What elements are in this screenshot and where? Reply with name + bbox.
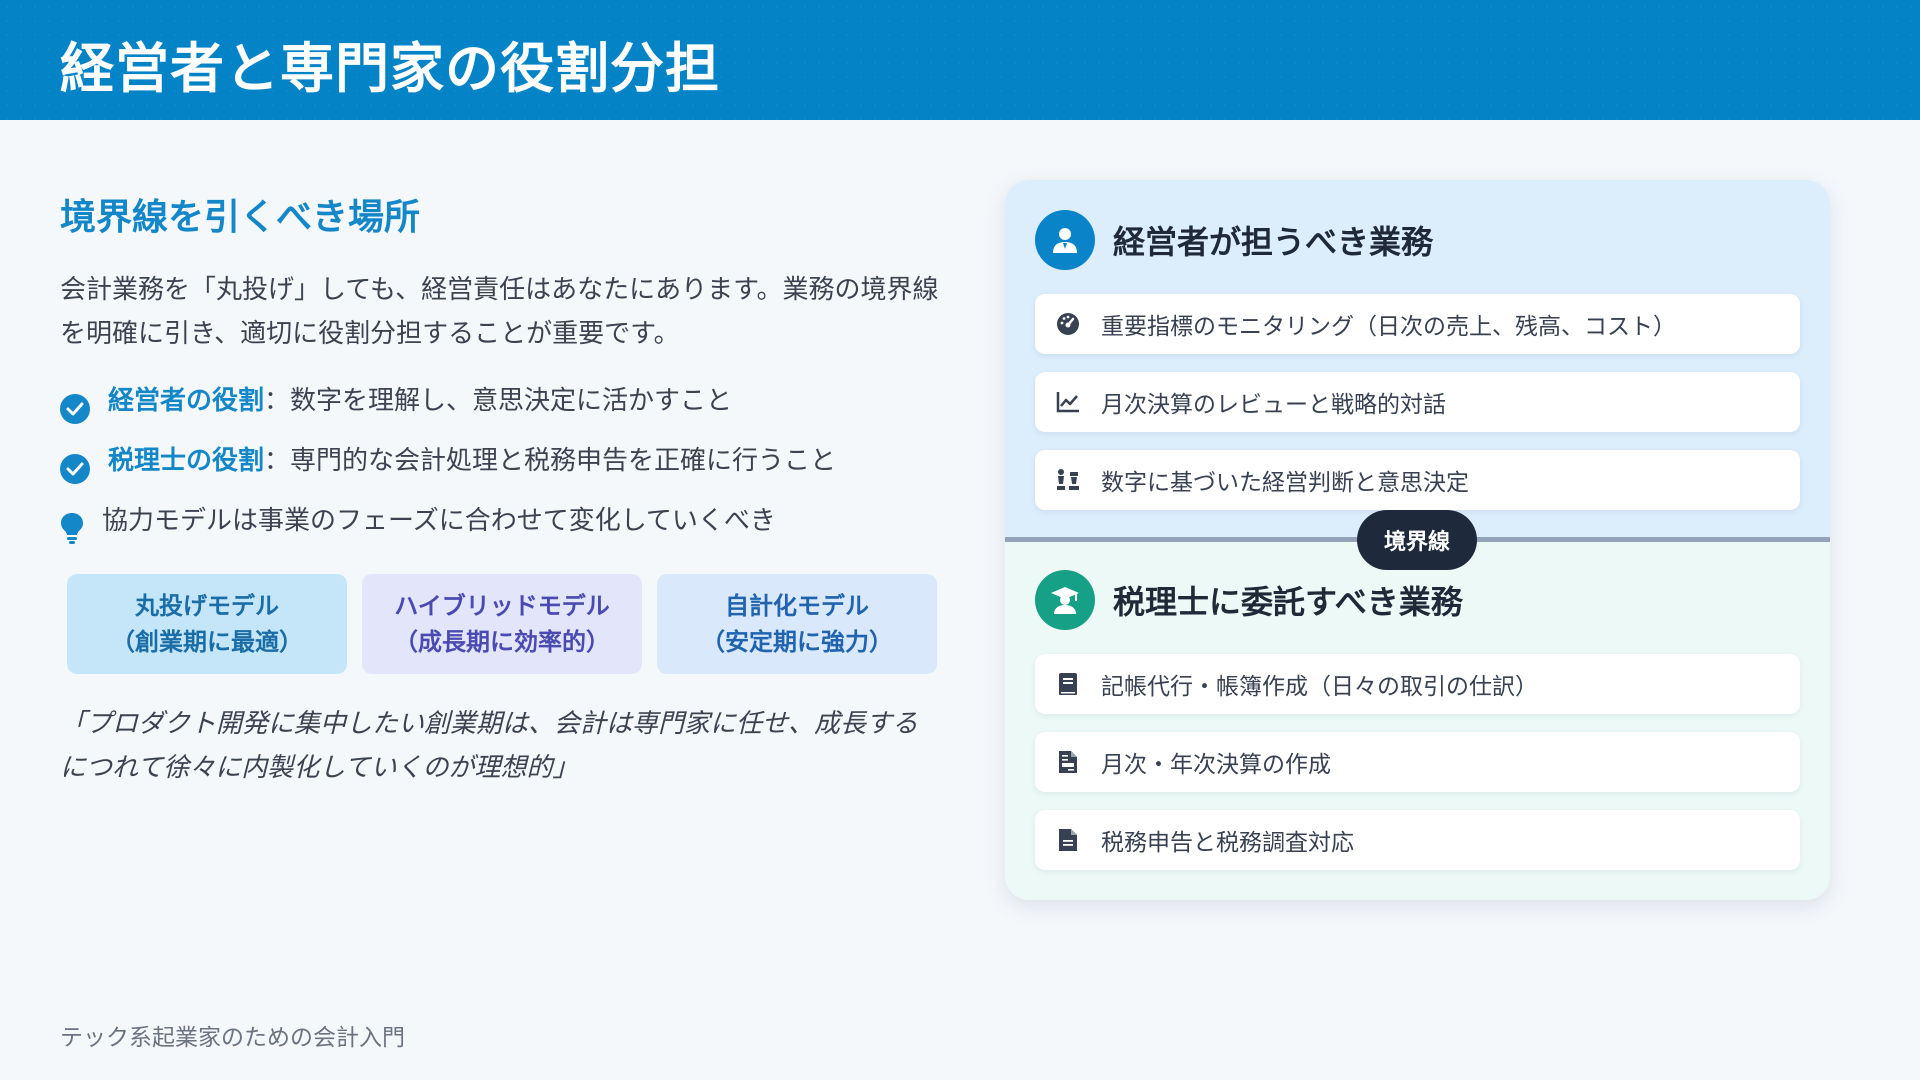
owner-task-monthly-review: 月次決算のレビューと戦略的対話 [1035, 372, 1800, 432]
accountant-task-bookkeeping: 記帳代行・帳簿作成（日々の取引の仕訳） [1035, 654, 1800, 714]
model-note: （創業期に最適） [111, 628, 303, 656]
chess-icon [1055, 467, 1081, 493]
quote-text: 「プロダクト開発に集中したい創業期は、会計は専門家に任せ、成長するにつれて徐々に… [60, 709, 919, 783]
task-label: 月次決算のレビューと戦略的対話 [1101, 392, 1446, 418]
owner-heading: 経営者が担うべき業務 [1035, 210, 1433, 270]
accountant-heading: 税理士に委託すべき業務 [1035, 570, 1463, 630]
line-chart-icon [1055, 389, 1081, 415]
owner-task-kpi-monitoring: 重要指標のモニタリング（日次の売上、残高、コスト） [1035, 294, 1800, 354]
model-card-full-outsource: 丸投げモデル （創業期に最適） [67, 574, 347, 674]
model-name: 自計化モデル [725, 592, 869, 620]
page-title: 経営者と専門家の役割分担 [60, 37, 720, 100]
model-card-self-accounting: 自計化モデル （安定期に強力） [657, 574, 937, 674]
boundary-label: 境界線 [1357, 510, 1477, 570]
bullet-owner-role: 経営者の役割：数字を理解し、意思決定に活かすこと [60, 384, 940, 424]
person-icon [1035, 210, 1095, 270]
bullet-phase-note: 協力モデルは事業のフェーズに合わせて変化していくべき [60, 504, 940, 544]
file-invoice-icon [1055, 749, 1081, 775]
task-label: 数字に基づいた経営判断と意思決定 [1101, 470, 1469, 496]
header-bar: 経営者と専門家の役割分担 [0, 0, 1920, 120]
owner-task-decision-making: 数字に基づいた経営判断と意思決定 [1035, 450, 1800, 510]
footer-text: テック系起業家のための会計入門 [60, 1025, 405, 1051]
task-label: 月次・年次決算の作成 [1101, 752, 1331, 778]
model-name: ハイブリッドモデル [394, 592, 610, 620]
bullet-text: 協力モデルは事業のフェーズに合わせて変化していくべき [102, 506, 776, 536]
bullet-label: 税理士の役割 [108, 446, 265, 476]
model-name: 丸投げモデル [135, 592, 279, 620]
check-circle-icon [60, 454, 90, 484]
model-note: （安定期に強力） [701, 628, 893, 656]
intro-paragraph: 会計業務を「丸投げ」しても、経営責任はあなたにあります。業務の境界線を明確に引き… [60, 275, 939, 349]
gauge-icon [1055, 311, 1081, 337]
lightbulb-icon [60, 512, 84, 553]
model-list: 丸投げモデル （創業期に最適） ハイブリッドモデル （成長期に効率的） 自計化モ… [67, 574, 940, 674]
graduate-icon [1035, 570, 1095, 630]
bullet-text: ：専門的な会計処理と税務申告を正確に行うこと [264, 446, 837, 476]
accountant-task-closing: 月次・年次決算の作成 [1035, 732, 1800, 792]
owner-title: 経営者が担うべき業務 [1113, 223, 1434, 261]
bullet-accountant-role: 税理士の役割：専門的な会計処理と税務申告を正確に行うこと [60, 444, 940, 484]
section-title: 境界線を引くべき場所 [60, 197, 421, 238]
task-label: 重要指標のモニタリング（日次の売上、残高、コスト） [1101, 314, 1676, 340]
task-label: 記帳代行・帳簿作成（日々の取引の仕訳） [1101, 674, 1538, 700]
bullet-label: 経営者の役割 [108, 386, 265, 416]
file-icon [1055, 827, 1081, 853]
check-circle-icon [60, 394, 90, 424]
model-note: （成長期に効率的） [394, 628, 610, 656]
model-card-hybrid: ハイブリッドモデル （成長期に効率的） [362, 574, 642, 674]
left-column: 境界線を引くべき場所 会計業務を「丸投げ」しても、経営責任はあなたにあります。業… [60, 180, 940, 790]
role-split-panel: 経営者が担うべき業務 重要指標のモニタリング（日次の売上、残高、コスト） 月次決… [1005, 180, 1830, 900]
accountant-task-tax-filing: 税務申告と税務調査対応 [1035, 810, 1800, 870]
accountant-title: 税理士に委託すべき業務 [1113, 583, 1463, 621]
book-icon [1055, 671, 1081, 697]
task-label: 税務申告と税務調査対応 [1101, 830, 1354, 856]
bullet-text: ：数字を理解し、意思決定に活かすこと [264, 386, 733, 416]
